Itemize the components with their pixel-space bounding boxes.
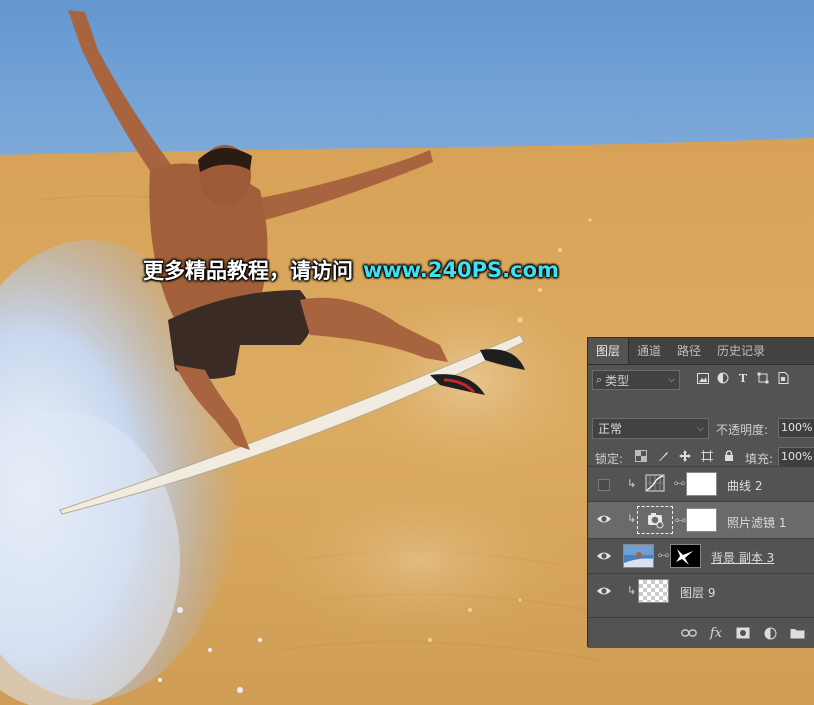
- filter-kind-label: 类型: [605, 373, 630, 388]
- layers-panel: 图层 通道 路径 历史记录 ⌕ 类型 ⌵ T 正常 ⌵ 不透明度: 100% 锁…: [587, 337, 814, 648]
- layer-image-thumbnail[interactable]: [623, 544, 654, 568]
- chevron-down-icon: ⌵: [697, 423, 704, 434]
- new-group-icon[interactable]: [789, 625, 805, 641]
- layer-mask-thumbnail[interactable]: [686, 472, 717, 496]
- lock-artboard-icon[interactable]: [700, 449, 714, 463]
- photo-filter-adjustment-icon: [637, 506, 673, 534]
- tab-paths[interactable]: 路径: [669, 338, 709, 364]
- image-filter-icon[interactable]: [696, 371, 710, 385]
- opacity-label: 不透明度:: [716, 423, 769, 437]
- type-filter-icon[interactable]: T: [736, 371, 750, 385]
- curves-adjustment-icon: [643, 472, 669, 496]
- blend-mode-value: 正常: [598, 422, 623, 436]
- fx-icon[interactable]: fx: [708, 625, 724, 641]
- layer-name[interactable]: 图层 9: [680, 584, 715, 601]
- watermark-url: www.240PS.com: [363, 258, 559, 282]
- filter-row: ⌕ 类型 ⌵ T: [588, 365, 814, 395]
- eye-icon[interactable]: [596, 549, 612, 563]
- layer-row[interactable]: ⧟ 背景 副本 3: [588, 538, 814, 573]
- shape-filter-icon[interactable]: [756, 371, 770, 385]
- eye-icon[interactable]: [596, 512, 612, 526]
- tab-history[interactable]: 历史记录: [709, 338, 773, 364]
- lock-all-icon[interactable]: [722, 449, 736, 463]
- clipping-mask-icon: ↳: [627, 584, 637, 597]
- mask-link-icon[interactable]: ⧟: [658, 548, 669, 562]
- layer-name[interactable]: 背景 副本 3: [711, 549, 774, 566]
- clipping-mask-icon: ↳: [627, 477, 637, 490]
- clipping-mask-icon: ↳: [627, 512, 637, 525]
- layer-filter-select[interactable]: ⌕ 类型 ⌵: [592, 370, 680, 390]
- layer-name[interactable]: 曲线 2: [727, 477, 762, 494]
- adjustment-filter-icon[interactable]: [716, 371, 730, 385]
- lock-image-pixels-icon[interactable]: [656, 449, 670, 463]
- link-layers-icon[interactable]: [681, 625, 697, 641]
- blend-row: 正常 ⌵ 不透明度: 100%: [588, 414, 814, 444]
- add-mask-icon[interactable]: [735, 625, 751, 641]
- tab-layers[interactable]: 图层: [588, 338, 630, 364]
- lock-transparent-pixels-icon[interactable]: [634, 449, 648, 463]
- watermark-text: 更多精品教程，请访问: [143, 259, 353, 283]
- search-icon: ⌕: [596, 373, 603, 386]
- layer-row-selected[interactable]: ↳ ⧟ 照片滤镜 1: [588, 501, 814, 538]
- visibility-toggle[interactable]: [598, 479, 610, 491]
- mask-link-icon[interactable]: ⧟: [674, 476, 685, 490]
- smart-object-filter-icon[interactable]: [776, 371, 790, 385]
- chevron-down-icon: ⌵: [668, 375, 675, 385]
- panel-bottom-bar: fx: [588, 617, 814, 648]
- eye-icon[interactable]: [596, 584, 612, 598]
- fill-label: 填充:: [745, 452, 774, 466]
- tab-channels[interactable]: 通道: [629, 338, 669, 364]
- opacity-input[interactable]: 100%: [778, 418, 814, 438]
- filter-icons: T: [696, 371, 790, 385]
- lock-position-icon[interactable]: [678, 449, 692, 463]
- layer-mask-thumbnail[interactable]: [670, 544, 701, 568]
- watermark: 更多精品教程，请访问 www.240PS.com: [143, 252, 559, 288]
- fill-input[interactable]: 100%: [778, 447, 814, 467]
- layer-mask-thumbnail[interactable]: [686, 508, 717, 532]
- mask-link-icon[interactable]: ⧟: [675, 513, 686, 527]
- layer-row[interactable]: ↳ 图层 9: [588, 573, 814, 608]
- layer-transparent-thumbnail[interactable]: [638, 579, 669, 603]
- layer-row[interactable]: ↳ ⧟ 曲线 2: [588, 466, 814, 501]
- lock-icons: [634, 449, 736, 463]
- lock-label: 锁定:: [595, 452, 624, 466]
- blend-mode-select[interactable]: 正常 ⌵: [592, 418, 709, 439]
- new-adjustment-icon[interactable]: [762, 625, 778, 641]
- panel-tabs: 图层 通道 路径 历史记录: [588, 338, 814, 365]
- layer-name[interactable]: 照片滤镜 1: [727, 514, 786, 531]
